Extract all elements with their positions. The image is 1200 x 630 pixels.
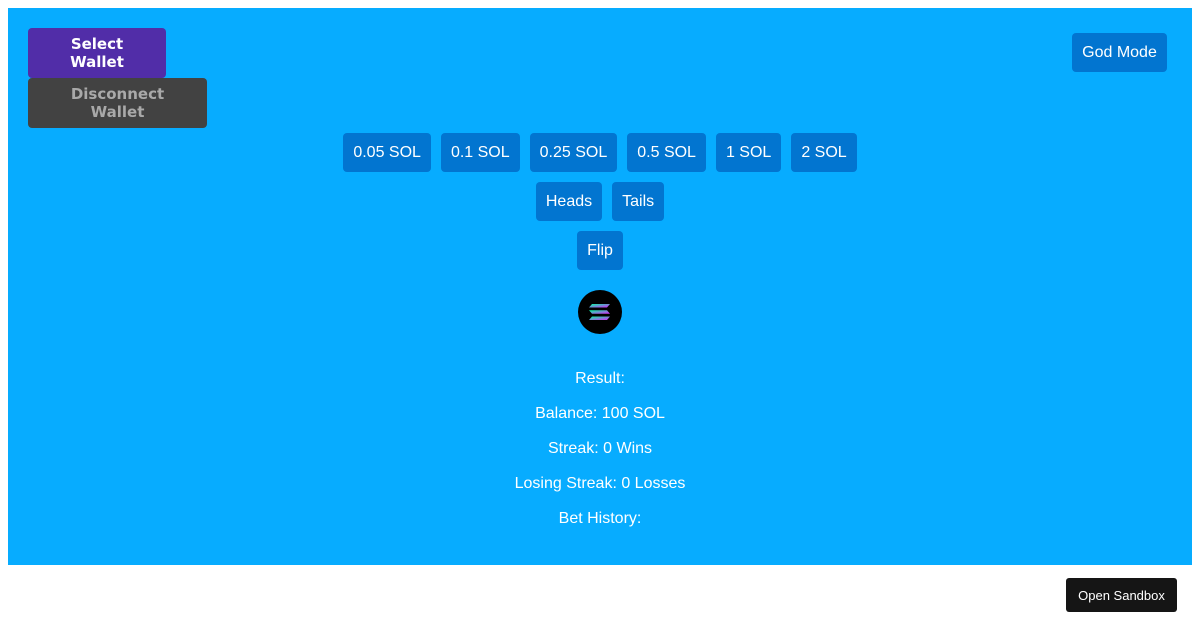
side-choice-row: Heads Tails (8, 182, 1192, 221)
bet-history-label: Bet History: (558, 510, 642, 527)
god-mode-button[interactable]: God Mode (1072, 33, 1167, 72)
bet-amount-button[interactable]: 0.1 SOL (440, 133, 520, 172)
disconnect-wallet-button[interactable]: Disconnect Wallet (28, 78, 207, 128)
flip-button[interactable]: Flip (577, 231, 623, 270)
tails-button[interactable]: Tails (612, 182, 665, 221)
bet-amount-button[interactable]: 0.05 SOL (343, 133, 431, 172)
open-sandbox-button[interactable]: Open Sandbox (1066, 578, 1177, 612)
bet-amount-row: 0.05 SOL 0.1 SOL 0.25 SOL 0.5 SOL 1 SOL … (8, 133, 1192, 172)
streak-text: Streak: 0 Wins (547, 440, 653, 457)
bet-amount-button[interactable]: 2 SOL (791, 133, 857, 172)
coin-flip-app: Select Wallet Disconnect Wallet God Mode… (8, 8, 1192, 565)
bet-amount-button[interactable]: 0.25 SOL (529, 133, 618, 172)
heads-button[interactable]: Heads (535, 182, 603, 221)
result-text: Result: (575, 370, 625, 387)
balance-text: Balance: 100 SOL (535, 405, 665, 422)
bet-amount-button[interactable]: 0.5 SOL (627, 133, 706, 172)
losing-streak-text: Losing Streak: 0 Losses (514, 475, 686, 492)
select-wallet-button[interactable]: Select Wallet (28, 28, 166, 78)
flip-row: Flip (8, 231, 1192, 270)
solana-logo-icon (578, 290, 622, 334)
bet-amount-button[interactable]: 1 SOL (715, 133, 782, 172)
